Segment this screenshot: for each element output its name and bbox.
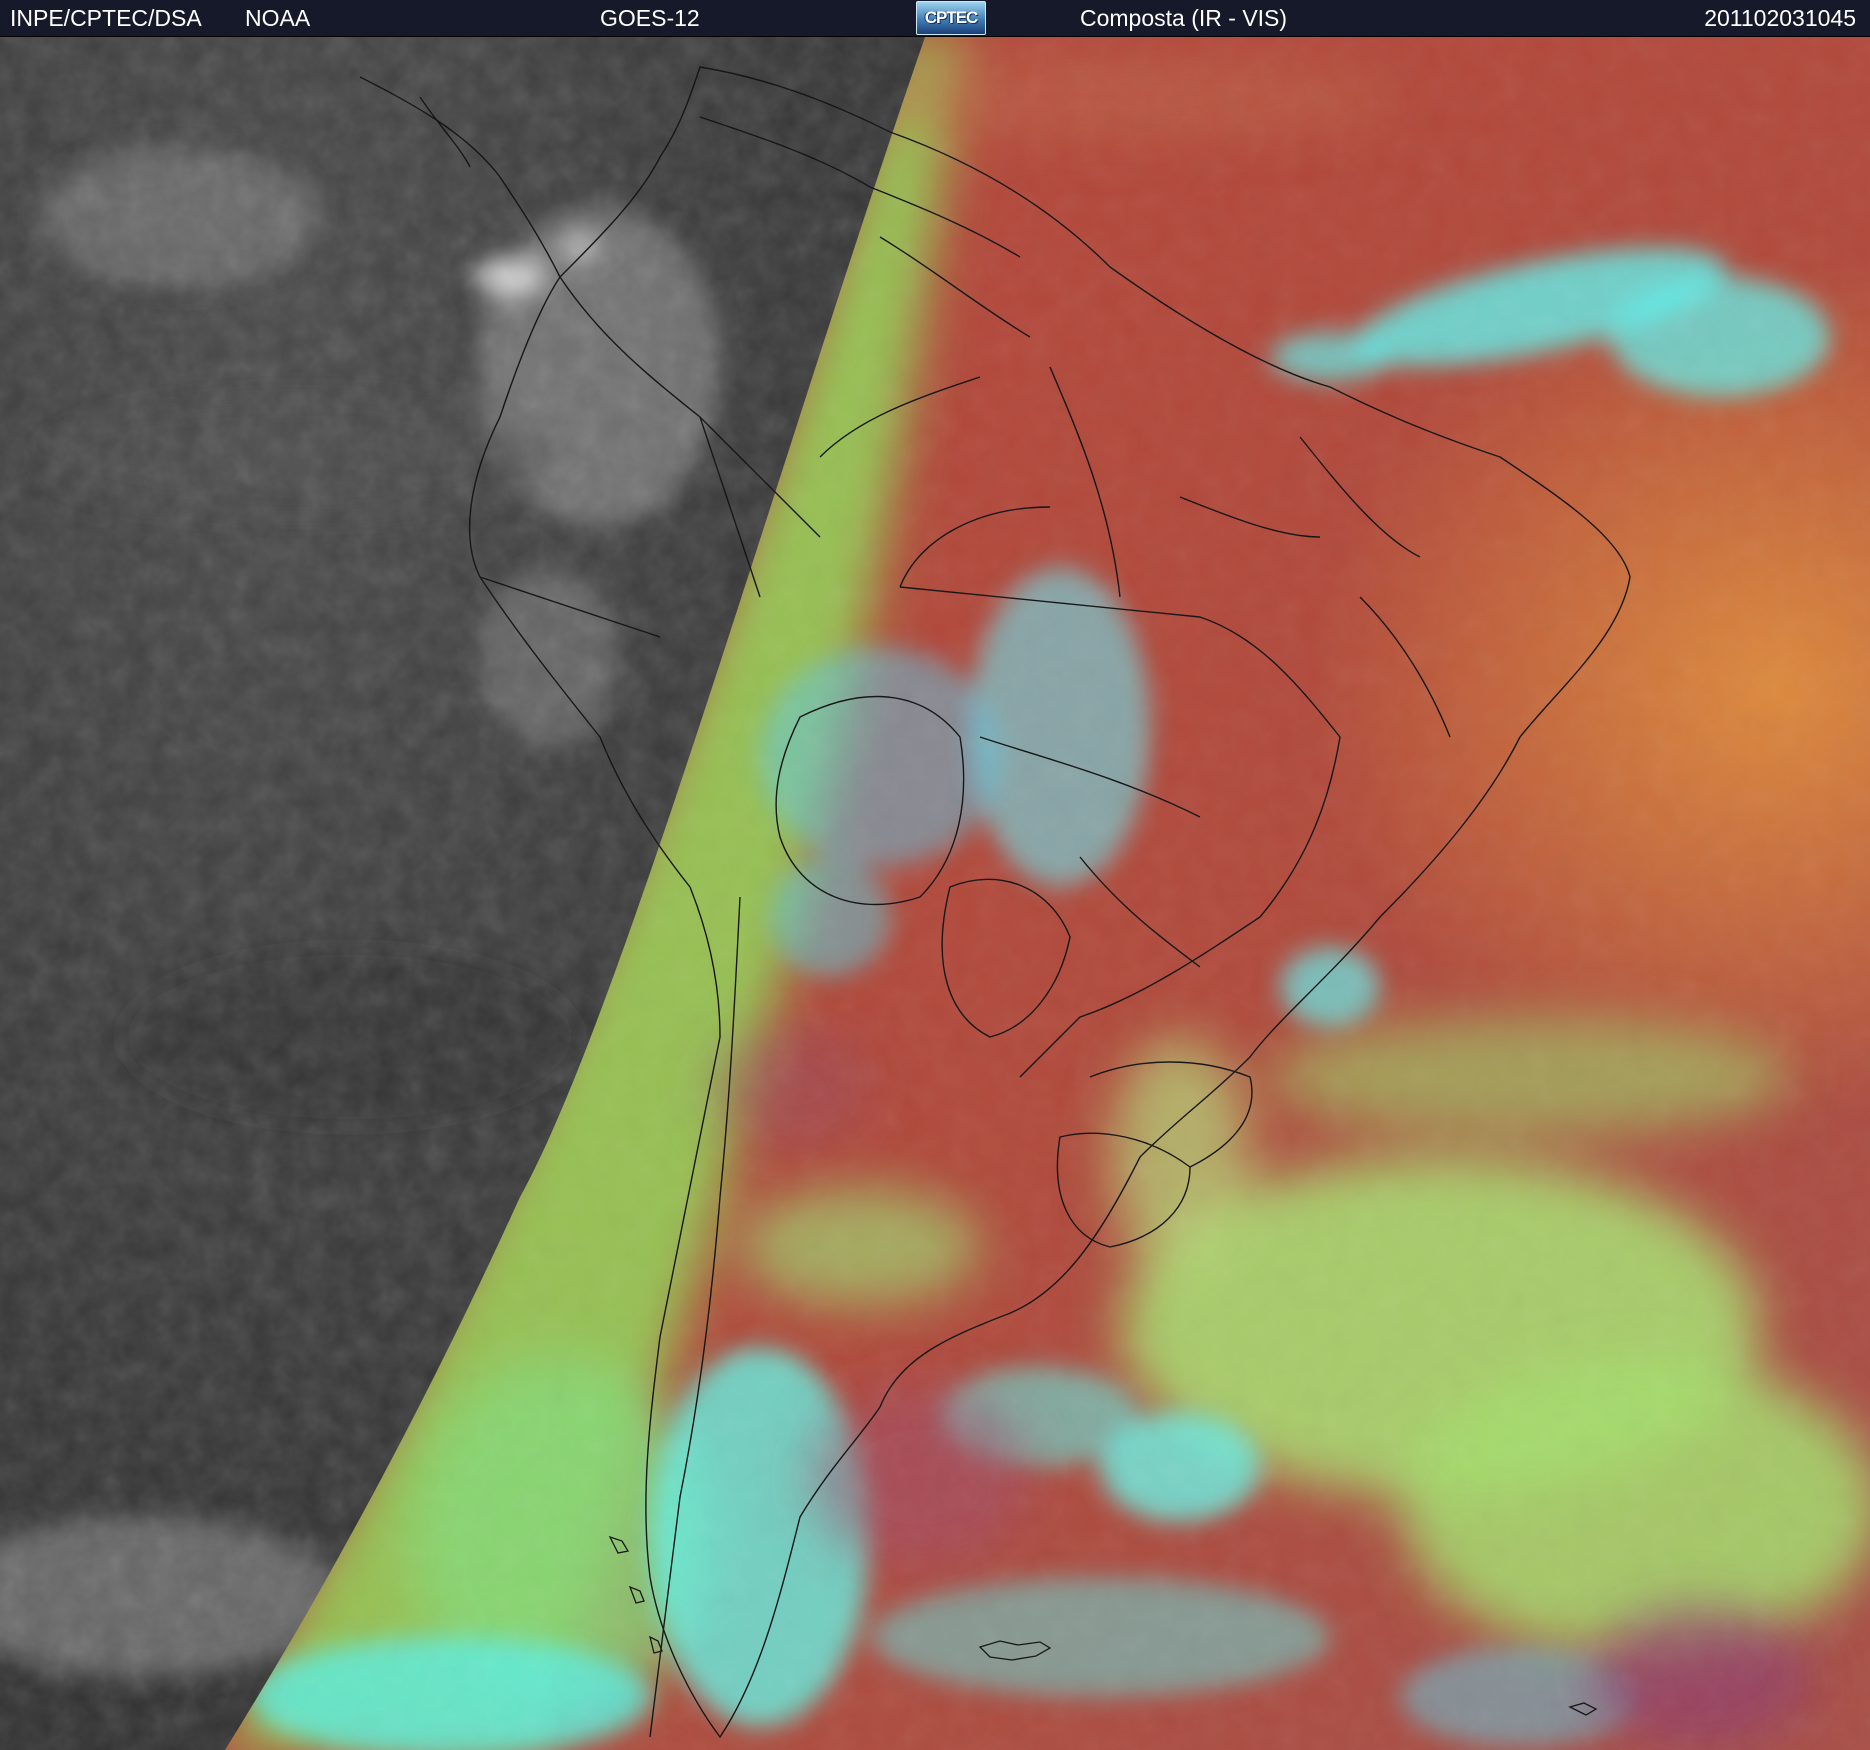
- satellite-composite-image: [0, 37, 1870, 1750]
- logo-text: CPTEC: [924, 8, 979, 27]
- cloud-texture-overlay: [0, 37, 1870, 1750]
- timestamp-label: 201102031045: [1704, 5, 1856, 31]
- product-label: Composta (IR - VIS): [1080, 5, 1288, 31]
- source-label: INPE/CPTEC/DSA: [10, 5, 202, 31]
- image-header-bar: INPE/CPTEC/DSA NOAA GOES-12 CPTEC Compos…: [0, 0, 1870, 37]
- satellite-image-frame: INPE/CPTEC/DSA NOAA GOES-12 CPTEC Compos…: [0, 0, 1870, 1750]
- satellite-label: GOES-12: [600, 5, 700, 31]
- agency-label: NOAA: [245, 5, 311, 31]
- cptec-logo: CPTEC: [916, 1, 986, 35]
- satellite-composite-svg: [0, 37, 1870, 1750]
